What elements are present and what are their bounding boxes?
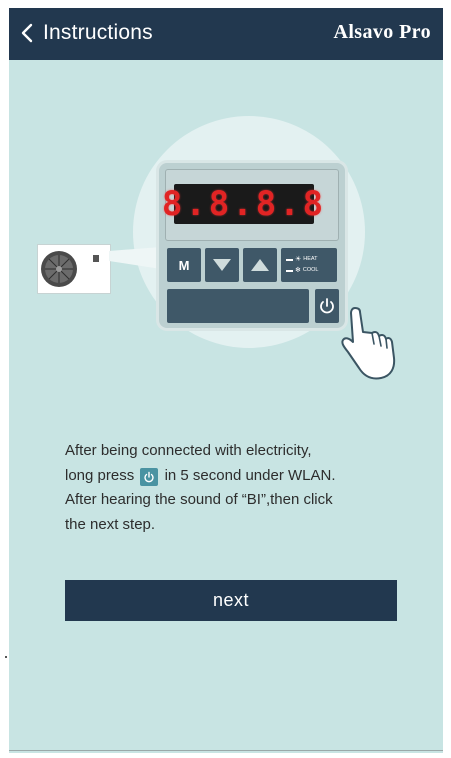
mode-indicator: ☀ HEAT ❄ COOL	[281, 248, 337, 282]
heat-label: HEAT	[303, 256, 318, 262]
chevron-left-icon	[21, 23, 33, 43]
connector-line	[109, 247, 161, 269]
pointing-hand-icon	[341, 307, 396, 380]
snowflake-icon: ❄	[295, 267, 301, 274]
mode-button: M	[167, 248, 201, 282]
arrow-down-icon	[205, 248, 239, 282]
instruction-text: After being connected with electricity, …	[65, 439, 410, 537]
bottom-divider	[9, 750, 443, 751]
outdoor-unit-fan-icon	[37, 244, 111, 294]
instruction-line-2: long press in 5 second under WLAN.	[65, 466, 336, 486]
arrow-up-icon	[243, 248, 277, 282]
unit-controller-chip	[93, 255, 99, 262]
back-button[interactable]: Instructions	[21, 18, 153, 48]
power-icon	[140, 467, 159, 486]
page-title: Instructions	[43, 21, 153, 44]
app-title: Alsavo Pro	[333, 21, 431, 43]
instructions-screen: Instructions Alsavo Pro 8.8.8.8 M ☀ HEAT…	[9, 8, 443, 753]
stray-dot	[5, 656, 7, 658]
bottom-strip	[167, 289, 309, 323]
sun-icon: ☀	[295, 256, 302, 263]
top-bar: Instructions Alsavo Pro	[9, 8, 443, 60]
power-icon	[315, 289, 339, 323]
fan-icon	[41, 251, 77, 287]
controller-panel: 8.8.8.8 M ☀ HEAT ❄ COOL	[159, 163, 345, 328]
instruction-line-1: After being connected with electricity,	[65, 442, 312, 459]
display-area: 8.8.8.8	[161, 169, 339, 241]
instruction-line-3: After hearing the sound of “BI”,then cli…	[65, 491, 333, 508]
next-button[interactable]: next	[65, 580, 397, 621]
led-display: 8.8.8.8	[161, 184, 327, 224]
instruction-line-4: the next step.	[65, 515, 156, 533]
cool-label: COOL	[302, 267, 319, 273]
